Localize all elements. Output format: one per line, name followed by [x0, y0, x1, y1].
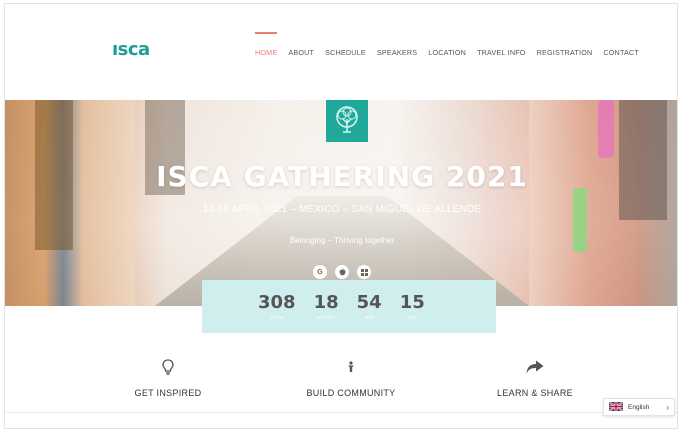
language-label: English	[628, 403, 650, 411]
feature-get-inspired[interactable]: GET INSPIRED	[98, 356, 238, 398]
chevron-right-icon: ›	[666, 402, 669, 412]
hero-title: ISCA GATHERING 2021	[156, 160, 528, 193]
countdown-minutes-value: 54	[356, 292, 382, 313]
apple-icon[interactable]	[335, 265, 349, 279]
feature-label: LEARN & SHARE	[497, 388, 573, 398]
feature-learn-share[interactable]: LEARN & SHARE	[465, 356, 605, 398]
main-nav: HOME ABOUT SCHEDULE SPEAKERS LOCATION TR…	[255, 32, 639, 57]
countdown-seconds-label: SEC	[407, 315, 418, 320]
nav-schedule[interactable]: SCHEDULE	[325, 48, 366, 57]
page: ısca HOME ABOUT SCHEDULE SPEAKERS LOCATI…	[4, 3, 678, 429]
language-selector[interactable]: English ›	[603, 398, 675, 416]
nav-speakers[interactable]: SPEAKERS	[377, 48, 417, 57]
countdown-days: 308 DAYS	[258, 292, 296, 321]
nav-about[interactable]: ABOUT	[288, 48, 314, 57]
lightbulb-icon	[98, 356, 238, 378]
tree-icon	[326, 100, 368, 142]
countdown-hours-value: 18	[313, 292, 339, 313]
nav-home[interactable]: HOME	[255, 32, 278, 57]
hero-banner: ISCA GATHERING 2021 14-18 APRIL 2021 – M…	[5, 100, 677, 306]
countdown-days-value: 308	[258, 292, 296, 313]
countdown-timer: 308 DAYS 18 HOURS 54 MIN 15 SEC	[202, 280, 496, 333]
nav-travel-info[interactable]: TRAVEL INFO	[477, 48, 526, 57]
isca-logo[interactable]: ısca	[112, 39, 150, 60]
section-divider	[5, 412, 677, 413]
countdown-hours: 18 HOURS	[313, 292, 339, 321]
hero-subtitle: 14-18 APRIL 2021 – MEXICO – SAN MIGUEL D…	[202, 204, 482, 215]
feature-label: BUILD COMMUNITY	[306, 388, 396, 398]
share-arrow-icon	[465, 356, 605, 378]
google-icon[interactable]: G	[313, 265, 327, 279]
feature-label: GET INSPIRED	[134, 388, 202, 398]
countdown-minutes-label: MIN	[364, 315, 374, 320]
hero-mural-pink	[598, 100, 614, 158]
nav-contact[interactable]: CONTACT	[603, 48, 639, 57]
countdown-seconds-value: 15	[399, 292, 425, 313]
uk-flag-icon	[608, 398, 624, 416]
feature-build-community[interactable]: BUILD COMMUNITY	[281, 356, 421, 398]
countdown-days-label: DAYS	[270, 315, 284, 320]
nav-location[interactable]: LOCATION	[428, 48, 466, 57]
countdown-minutes: 54 MIN	[356, 292, 382, 321]
countdown-seconds: 15 SEC	[399, 292, 425, 321]
hero-tagline: Belonging – Thriving together	[289, 236, 395, 245]
nav-registration[interactable]: REGISTRATION	[537, 48, 593, 57]
windows-icon[interactable]	[357, 265, 371, 279]
countdown-hours-label: HOURS	[317, 315, 335, 320]
store-links: G	[5, 265, 677, 279]
person-icon	[281, 356, 421, 378]
